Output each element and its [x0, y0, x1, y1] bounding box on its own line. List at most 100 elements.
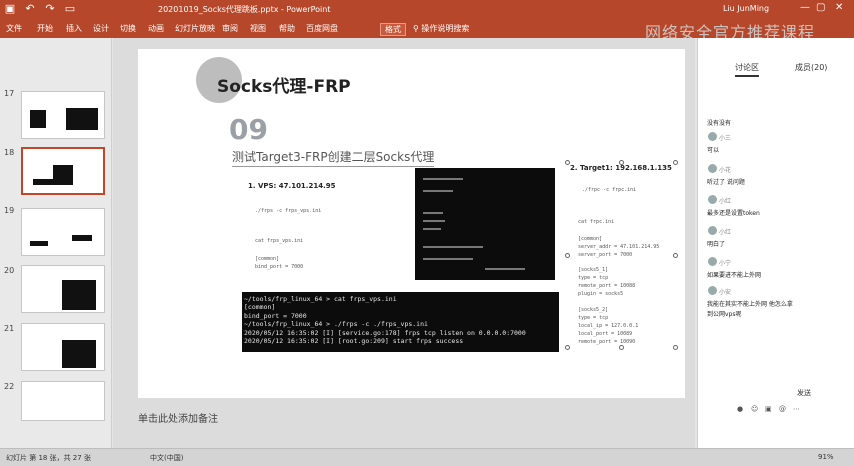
avatar [708, 286, 717, 295]
chat-message: 听过了 说问题 [707, 179, 745, 186]
vps-label[interactable]: 1. VPS: 47.101.214.95 [248, 182, 335, 190]
chat-username: 小三 [719, 135, 732, 142]
terminal-line: 2020/05/12 16:35:02 [I] [root.go:209] st… [244, 337, 464, 346]
send-button[interactable]: 发送 [797, 388, 811, 398]
vps-small-text: [common] [255, 256, 280, 262]
thumbnail-21[interactable] [21, 323, 105, 371]
resize-handle[interactable] [673, 345, 678, 350]
thumbnail-18[interactable] [21, 147, 105, 195]
target-small-text: local_ip = 127.0.0.1 [578, 323, 639, 329]
chat-toolbar: ● ☺ ▣ @ ⋯ [737, 405, 801, 413]
thumb-number: 21 [4, 324, 15, 333]
tell-me-search[interactable]: ⚲ 操作说明搜索 [413, 23, 469, 34]
tab-baidu[interactable]: 百度网盘 [306, 23, 338, 34]
target-small-text: remote_port = 10088 [578, 283, 636, 289]
minimize-icon[interactable]: — [800, 2, 810, 13]
terminal-line: [common] [244, 303, 276, 312]
thumb-number: 17 [4, 89, 15, 98]
language-indicator[interactable]: 中文(中国) [150, 453, 183, 463]
mic-icon[interactable]: ● [737, 405, 745, 413]
resize-handle[interactable] [619, 345, 624, 350]
tab-view[interactable]: 视图 [250, 23, 266, 34]
chat-message: 如果要进不能上外网 [707, 272, 762, 279]
tab-format[interactable]: 格式 [380, 23, 406, 36]
tab-animations[interactable]: 动画 [148, 23, 164, 34]
terminal-line: ~/tools/frp_linux_64 > ./frps -c ./frps_… [244, 320, 428, 329]
thumb-number: 22 [4, 382, 15, 391]
chat-tab-members[interactable]: 成员(20) [795, 62, 827, 73]
target-small-text: ./frpc -c frpc.ini [582, 187, 637, 193]
user-name[interactable]: Liu JunMing [723, 4, 769, 13]
target-small-text: type = tcp [578, 275, 609, 281]
slide-counter: 幻灯片 第 18 张，共 27 张 [6, 454, 91, 462]
emoji-icon[interactable]: ☺ [751, 405, 759, 413]
tab-home[interactable]: 开始 [37, 23, 53, 34]
target-small-text: plugin = socks5 [578, 291, 624, 297]
save-icon[interactable]: ▣ [4, 3, 16, 15]
resize-handle[interactable] [619, 160, 624, 165]
window-title: 20201019_Socks代理跳板.pptx - PowerPoint [158, 5, 331, 14]
at-icon[interactable]: @ [779, 405, 787, 413]
tab-review[interactable]: 审阅 [222, 23, 238, 34]
resize-handle[interactable] [565, 345, 570, 350]
section-number[interactable]: 09 [229, 113, 268, 146]
tell-me-label: 操作说明搜索 [421, 24, 470, 33]
undo-icon[interactable]: ↶ [24, 3, 36, 15]
status-bar: 幻灯片 第 18 张，共 27 张 中文(中国) 91% [0, 448, 854, 466]
vps-small-text: bind_port = 7000 [255, 264, 304, 270]
vps-small-text: ./frps -c frps_vps.ini [255, 208, 322, 214]
chat-tab-discussion[interactable]: 讨论区 [735, 62, 759, 77]
tab-file[interactable]: 文件 [6, 23, 22, 34]
chat-message: 可以 [707, 147, 720, 154]
resize-handle[interactable] [673, 253, 678, 258]
notes-placeholder[interactable]: 单击此处添加备注 [138, 410, 218, 425]
thumbnail-17[interactable] [21, 91, 105, 139]
terminal-line: ~/tools/frp_linux_64 > cat frps_vps.ini [244, 295, 397, 303]
thumb-number: 20 [4, 266, 15, 275]
tab-insert[interactable]: 插入 [66, 23, 82, 34]
chat-username: 小花 [719, 167, 732, 174]
avatar [708, 195, 717, 204]
chat-message: 我能在其实不能上外网 他怎么拿 [707, 301, 793, 308]
chat-message: 没有没有 [707, 120, 732, 127]
redo-icon[interactable]: ↷ [44, 3, 56, 15]
zoom-level[interactable]: 91% [818, 453, 834, 461]
chat-username: 小红 [719, 229, 732, 236]
image-icon[interactable]: ▣ [765, 405, 773, 413]
tab-design[interactable]: 设计 [93, 23, 109, 34]
thumbnail-20[interactable] [21, 265, 105, 313]
maximize-icon[interactable]: ▢ [816, 2, 825, 13]
tab-slideshow[interactable]: 幻灯片放映 [175, 23, 215, 34]
resize-handle[interactable] [673, 160, 678, 165]
thumbnail-19[interactable] [21, 208, 105, 256]
terminal-text: ~/tools/frp_linux_64 > cat frps_vps.ini[… [244, 295, 526, 345]
target-small-text: remote_port = 10090 [578, 339, 636, 345]
avatar [708, 164, 717, 173]
terminal-line: bind_port = 7000 [244, 311, 307, 320]
tab-transitions[interactable]: 切换 [120, 23, 136, 34]
target-small-text: cat frpc.ini [578, 219, 615, 225]
present-icon[interactable]: ▭ [64, 3, 76, 15]
avatar [708, 226, 717, 235]
vps-small-text: cat frps_vps.ini [255, 238, 304, 244]
slide-title[interactable]: Socks代理-FRP [217, 72, 351, 97]
chat-username: 小宁 [719, 260, 732, 267]
tab-help[interactable]: 帮助 [279, 23, 295, 34]
close-icon[interactable]: ✕ [835, 2, 843, 13]
slide-subtitle[interactable]: 测试Target3-FRP创建二层Socks代理 [232, 148, 435, 167]
avatar [708, 132, 717, 141]
thumb-number: 18 [4, 148, 15, 157]
target-label[interactable]: 2. Target1: 192.168.1.135 [570, 164, 672, 172]
target-small-text: local_port = 10089 [578, 331, 633, 337]
resize-handle[interactable] [565, 160, 570, 165]
target-small-text: [common] [578, 236, 603, 242]
more-icon[interactable]: ⋯ [793, 405, 801, 413]
chat-message: 到公网vps呢 [707, 311, 742, 318]
resize-handle[interactable] [565, 253, 570, 258]
target-small-text: [socks5_1] [578, 267, 609, 273]
thumbnail-22[interactable] [21, 381, 105, 421]
target-small-text: server_addr = 47.101.214.95 [578, 244, 660, 250]
chat-message: 最多还是设置token [707, 210, 760, 217]
terminal-screenshot-1[interactable] [415, 168, 555, 280]
avatar [708, 257, 717, 266]
